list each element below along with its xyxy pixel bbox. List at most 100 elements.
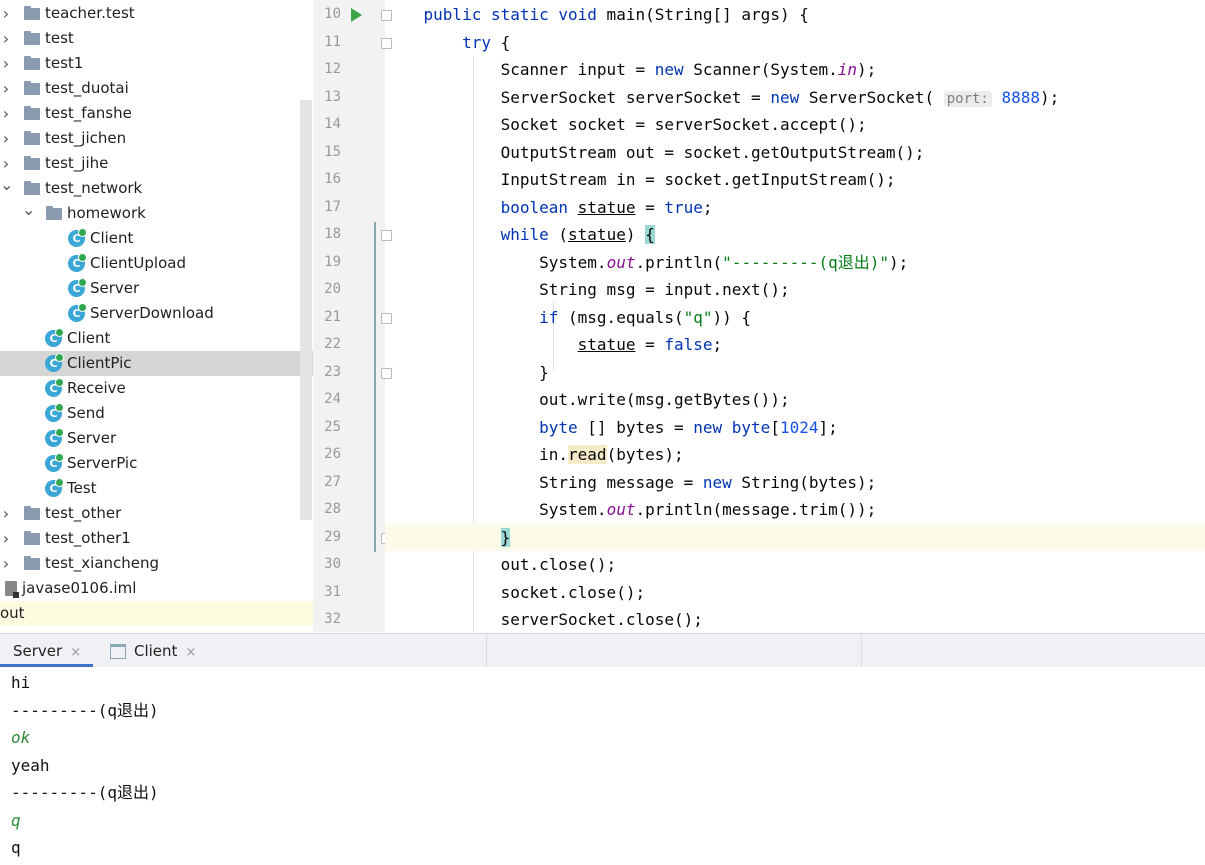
console-icon (110, 644, 126, 659)
folder-icon (24, 156, 40, 170)
chevron-right-icon[interactable]: › (0, 501, 12, 526)
run-tab-client[interactable]: Client × (110, 634, 196, 668)
tree-item[interactable]: C Client (0, 226, 313, 251)
chevron-down-icon[interactable]: ⌄ (22, 197, 35, 222)
java-class-icon: C (45, 428, 64, 447)
tree-item[interactable]: › test (0, 26, 313, 51)
code-line[interactable]: boolean statue = true; (385, 194, 1205, 221)
chevron-right-icon[interactable]: › (0, 26, 12, 51)
close-icon[interactable]: × (70, 645, 81, 660)
chevron-right-icon[interactable]: › (0, 101, 12, 126)
tree-item-label: ClientUpload (90, 254, 186, 272)
code-token: new (654, 60, 684, 79)
java-class-icon: C (45, 453, 64, 472)
code-line[interactable]: System.out.println(message.trim()); (385, 496, 1205, 523)
tree-item[interactable]: › test_jihe (0, 151, 313, 176)
tree-item[interactable]: › test_other1 (0, 526, 313, 551)
code-line[interactable]: in.read(bytes); (385, 441, 1205, 468)
code-line[interactable]: String message = new String(bytes); (385, 469, 1205, 496)
tree-item[interactable]: ⌄ test_network (0, 175, 313, 201)
tree-item-label: test_jihe (45, 154, 109, 172)
folder-icon (24, 6, 40, 20)
code-line[interactable]: out.close(); (385, 551, 1205, 578)
run-tabs-bar: Server × Client × (0, 633, 1205, 668)
code-line[interactable]: OutputStream out = socket.getOutputStrea… (385, 139, 1205, 166)
code-line[interactable]: public static void main(String[] args) { (385, 1, 1205, 28)
project-tree: › teacher.test › test › test1 › test_duotai › tes… (0, 0, 313, 632)
code-line[interactable]: try { (385, 29, 1205, 56)
code-token: read (568, 445, 607, 464)
code-line[interactable]: out.write(msg.getBytes()); (385, 386, 1205, 413)
tree-item[interactable]: › test_xiancheng (0, 551, 313, 576)
run-gutter-icon[interactable] (351, 8, 362, 22)
tree-item-label: test_xiancheng (45, 554, 160, 572)
code-line[interactable]: System.out.println("---------(q退出)"); (385, 249, 1205, 276)
code-token: out (606, 500, 636, 519)
code-line[interactable]: } (385, 523, 1205, 551)
tree-item[interactable]: C Test (0, 476, 313, 501)
tree-item[interactable]: out (0, 601, 313, 626)
tree-item[interactable]: › test_duotai (0, 76, 313, 101)
tree-item[interactable]: C ClientUpload (0, 251, 313, 276)
tree-item[interactable]: C Client (0, 326, 313, 351)
code-line[interactable]: Scanner input = new Scanner(System.in); (385, 56, 1205, 83)
code-token: port: (943, 90, 992, 107)
tree-item[interactable]: › test_fanshe (0, 101, 313, 126)
chevron-right-icon[interactable]: › (0, 51, 12, 76)
tree-item[interactable]: › teacher.test (0, 1, 313, 26)
code-token: boolean (500, 197, 569, 217)
code-token: } (500, 527, 511, 547)
code-editor[interactable]: 10 11 12 13 14 15 16 17 18 19 20 21 22 23 24 25 26 27 28 29… (313, 0, 1205, 632)
tree-item[interactable]: C Server (0, 276, 313, 301)
run-tab-server[interactable]: Server × (0, 634, 81, 668)
chevron-right-icon[interactable]: › (0, 1, 12, 26)
tree-item[interactable]: › test1 (0, 51, 313, 76)
tree-item-label: test_other1 (45, 529, 131, 547)
code-token: public static void (423, 5, 597, 24)
tree-item[interactable]: C Send (0, 401, 313, 426)
scope-indicator (374, 222, 376, 552)
chevron-right-icon[interactable]: › (0, 126, 12, 151)
tree-item[interactable]: › test_jichen (0, 126, 313, 151)
code-line[interactable]: while (statue) { (385, 221, 1205, 248)
code-line[interactable]: socket.close(); (385, 579, 1205, 606)
tree-item[interactable]: › test_other (0, 501, 313, 526)
line-number: 26 (324, 446, 341, 462)
tree-item-label: ServerPic (67, 454, 138, 472)
tree-item-label: javase0106.iml (22, 579, 137, 597)
tab-label: Server (13, 642, 63, 660)
chevron-right-icon[interactable]: › (0, 526, 12, 551)
console-output-line: q (11, 838, 21, 857)
tree-item[interactable]: C ServerPic (0, 451, 313, 476)
code-token: true (664, 197, 703, 217)
code-line[interactable]: serverSocket.close(); (385, 606, 1205, 632)
close-icon[interactable]: × (185, 645, 196, 660)
tree-item[interactable]: C Receive (0, 376, 313, 401)
tree-item-label: Server (67, 429, 117, 447)
tree-item[interactable]: javase0106.iml (0, 576, 313, 601)
code-line[interactable]: if (msg.equals("q")) { (385, 304, 1205, 331)
chevron-right-icon[interactable]: › (0, 551, 12, 576)
code-line[interactable]: ServerSocket serverSocket = new ServerSo… (385, 84, 1205, 111)
chevron-down-icon[interactable]: ⌄ (0, 172, 13, 197)
folder-icon (24, 56, 40, 70)
tree-scrollbar[interactable] (300, 100, 312, 520)
line-number: 29 (324, 528, 341, 545)
code-line[interactable]: InputStream in = socket.getInputStream()… (385, 166, 1205, 193)
tree-item[interactable]: ⌄ homework (0, 200, 313, 226)
code-token: 1024 (779, 417, 819, 437)
code-line[interactable]: byte [] bytes = new byte[1024]; (385, 414, 1205, 441)
tree-item[interactable]: C Server (0, 426, 313, 451)
java-class-icon: C (45, 403, 64, 422)
run-console[interactable]: hi ---------(q退出) ok yeah ---------(q退出) q q (0, 667, 1205, 865)
code-line[interactable]: } (385, 359, 1205, 386)
folder-icon (24, 531, 40, 545)
code-token: 8888 (1001, 87, 1041, 107)
chevron-right-icon[interactable]: › (0, 76, 12, 101)
code-line[interactable]: Socket socket = serverSocket.accept(); (385, 111, 1205, 138)
code-line[interactable]: String msg = input.next(); (385, 276, 1205, 303)
tree-item[interactable]: C ClientPic (0, 351, 313, 376)
code-line[interactable]: statue = false; (385, 331, 1205, 358)
tab-divider (486, 633, 487, 667)
tree-item[interactable]: C ServerDownload (0, 301, 313, 326)
